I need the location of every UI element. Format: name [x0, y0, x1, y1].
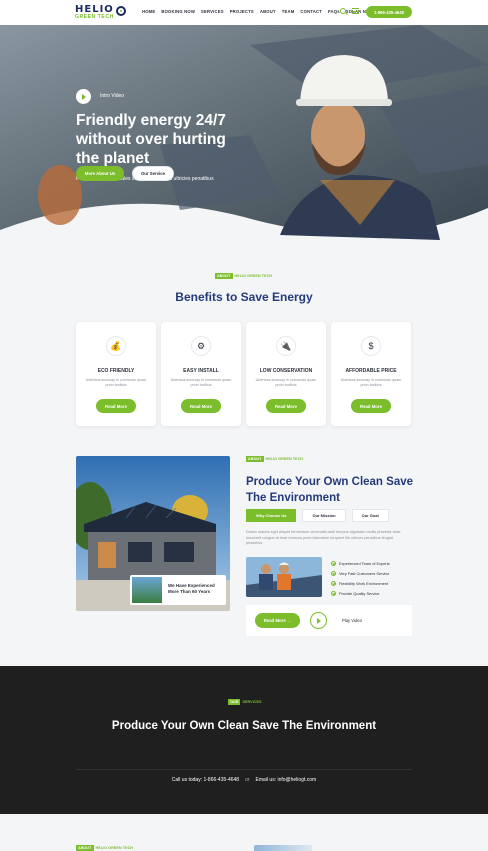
nav-team[interactable]: TEAM: [282, 9, 295, 14]
check-icon: [331, 560, 336, 566]
tab-why-choose-us[interactable]: Why Choose Us: [246, 509, 297, 522]
nav-faqs[interactable]: FAQs: [328, 9, 340, 14]
contact-call[interactable]: Call us today: 1-866-435-4648: [172, 777, 239, 783]
check-icon: [331, 570, 336, 576]
check-icon: [331, 580, 336, 586]
check-icon: [331, 590, 336, 596]
tab-our-goal[interactable]: Our Goal: [351, 509, 389, 522]
benefits-tag-pill: ABOUT: [215, 273, 233, 279]
benefits-tag: ABOUT HELIO GREEN TECH: [215, 273, 272, 279]
list-item: Provide Quality Service: [331, 588, 390, 598]
nav-contact[interactable]: CONTACT: [300, 9, 322, 14]
hand-coin-icon: 💰: [106, 336, 126, 356]
read-more-button[interactable]: Read More: [96, 399, 136, 413]
card-title: LOW CONSERVATION: [259, 368, 313, 374]
menu-icon[interactable]: [352, 8, 359, 14]
tab-our-mission[interactable]: Our Mission: [302, 509, 346, 522]
experience-thumbnail: [132, 577, 162, 603]
card-text: Ubertcas accusay in commodo quam proin f…: [170, 378, 232, 387]
workers-photo: [246, 557, 322, 597]
play-video-icon[interactable]: [310, 612, 327, 629]
services-tag: OUR SERVICES: [228, 699, 262, 705]
nav-services[interactable]: SERVICES: [201, 9, 224, 14]
intro-video-play-icon[interactable]: [76, 89, 91, 104]
benefit-card-affordable-price: $ AFFORDABLE PRICE Ubertcas accusay in c…: [331, 322, 411, 426]
page: HELIO GREEN TECH HOME BOOKING NOW SERVIC…: [0, 0, 488, 851]
nav-about[interactable]: ABOUT: [260, 9, 276, 14]
gear-icon: ⚙: [191, 336, 211, 356]
plug-icon: 🔌: [276, 336, 296, 356]
card-text: Ubertcas accusay in commodo quam proin f…: [255, 378, 317, 387]
about-tag: ABOUT HELIO GREEN TECH: [246, 456, 303, 462]
contact-or: or: [245, 777, 250, 783]
about-tag-pill: ABOUT: [246, 456, 264, 462]
experience-box: We Have Experienced More Than 60 Years: [130, 575, 226, 605]
money-bag-icon: $: [361, 336, 381, 356]
card-title: EASY INSTALL: [183, 368, 219, 374]
about-title: Produce Your Own Clean Save The Environm…: [246, 476, 414, 504]
bottom-tag-pill: ABOUT: [76, 845, 94, 851]
benefits-tag-text: HELIO GREEN TECH: [234, 274, 273, 278]
list-item: Flexibility Work Environment: [331, 578, 390, 588]
our-service-button[interactable]: Our Service: [132, 166, 174, 181]
read-more-button[interactable]: Read More: [181, 399, 221, 413]
about-read-more-button[interactable]: Read More →: [255, 613, 300, 628]
about-paragraph: Donec mauris eget aliquet fermentum vene…: [246, 530, 401, 545]
card-text: Ubertcas accusay in commodo quam proin f…: [85, 378, 147, 387]
logo-sub-text: GREEN TECH: [75, 14, 114, 20]
nav-booking[interactable]: BOOKING NOW: [161, 9, 195, 14]
bottom-photo: [254, 845, 312, 851]
about-cta-bar: Read More → Play Video: [246, 605, 412, 636]
list-item: Experienced Team of Experts: [331, 558, 390, 568]
logo-mark-icon: [116, 6, 126, 16]
card-text: Ubertcas accusay in commodo quam proin f…: [340, 378, 402, 387]
experience-text: We Have Experienced More Than 60 Years: [168, 583, 215, 594]
benefit-card-easy-install: ⚙ EASY INSTALL Ubertcas accusay in commo…: [161, 322, 241, 426]
list-item: Very Fast Customers Service: [331, 568, 390, 578]
feature-checklist: Experienced Team of Experts Very Fast Cu…: [331, 558, 390, 598]
benefits-title: Benefits to Save Energy: [175, 290, 313, 304]
intro-video-label[interactable]: Intro Video: [100, 93, 124, 99]
bottom-tag: ABOUT HELIO GREEN TECH: [76, 845, 133, 851]
more-about-us-button[interactable]: More About Us: [76, 166, 124, 181]
bottom-tag-text: HELIO GREEN TECH: [95, 846, 134, 850]
nav-home[interactable]: HOME: [142, 9, 155, 14]
about-tag-text: HELIO GREEN TECH: [265, 457, 304, 461]
phone-button[interactable]: 1-866-435-4648: [366, 6, 412, 18]
read-more-button[interactable]: Read More: [351, 399, 391, 413]
benefit-card-low-conservation: 🔌 LOW CONSERVATION Ubertcas accusay in c…: [246, 322, 326, 426]
contact-line: Call us today: 1-866-435-4648 or Email us:…: [0, 777, 488, 783]
hero-section: Intro Video Friendly energy 24/7 without…: [0, 25, 488, 245]
play-video-label[interactable]: Play Video: [342, 618, 362, 623]
card-title: ECO FRIENDLY: [97, 368, 135, 374]
divider: [76, 769, 412, 770]
about-read-more-label: Read More: [263, 618, 286, 623]
contact-email[interactable]: Email us: info@heliogt.com: [256, 777, 317, 783]
logo[interactable]: HELIO GREEN TECH: [75, 5, 127, 20]
services-tag-text: SERVICES: [242, 700, 262, 704]
services-tag-pill: OUR: [228, 699, 241, 705]
card-title: AFFORDABLE PRICE: [345, 368, 397, 374]
benefit-card-eco-friendly: 💰 ECO FRIENDLY Ubertcas accusay in commo…: [76, 322, 156, 426]
hero-title: Friendly energy 24/7 without over hurtin…: [76, 112, 226, 167]
site-header: HELIO GREEN TECH HOME BOOKING NOW SERVIC…: [0, 0, 488, 25]
about-tabs: Why Choose Us Our Mission Our Goal: [246, 509, 389, 522]
read-more-button[interactable]: Read More: [266, 399, 306, 413]
services-title: Produce Your Own Clean Save The Environm…: [111, 720, 377, 732]
search-icon[interactable]: [340, 8, 346, 14]
nav-projects[interactable]: PROJECTS: [230, 9, 254, 14]
